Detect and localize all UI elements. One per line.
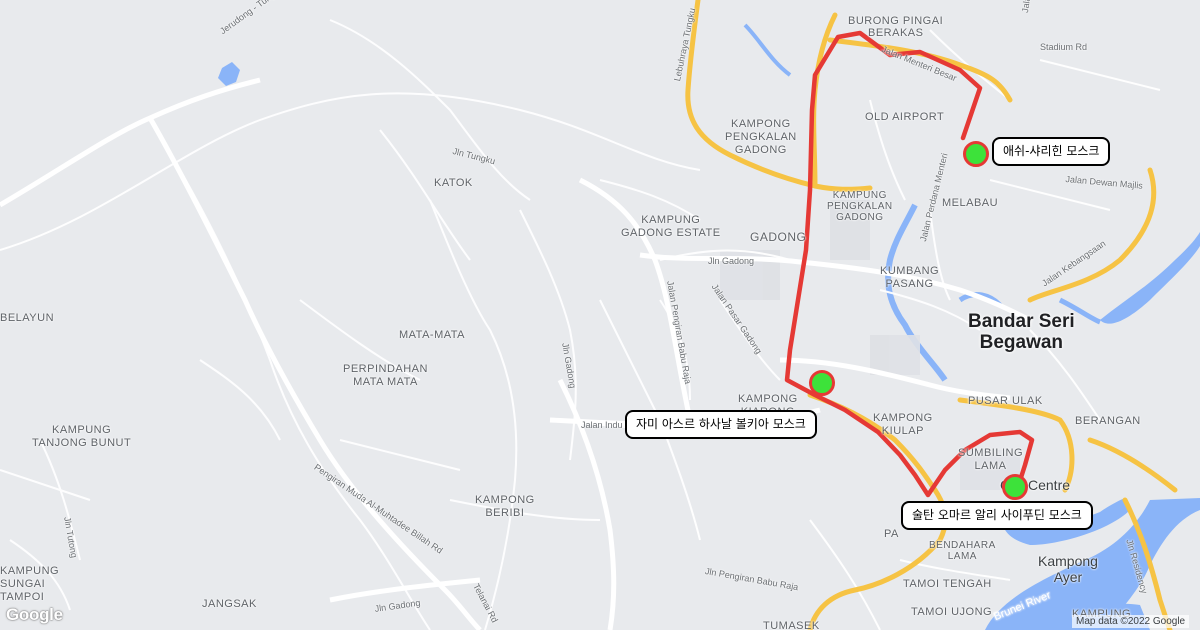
place-label: BERAKAS xyxy=(868,27,924,39)
place-label: TAMOI UJONG xyxy=(911,606,993,618)
place-label: MATA-MATA xyxy=(399,329,466,341)
road-label: Jalan Indu xyxy=(581,420,623,430)
marker-callout[interactable]: 애쉬-샤리힌 모스크 xyxy=(992,137,1111,166)
map-view[interactable]: BURONG PINGAI BERAKAS KAMPONG PENGKALAN … xyxy=(0,0,1200,630)
place-label: KAMPUNG GADONG ESTATE xyxy=(621,214,721,239)
mosque-marker[interactable] xyxy=(809,370,835,396)
place-label: MELABAU xyxy=(942,197,999,209)
marker-callout[interactable]: 자미 아스르 하사날 볼키아 모스크 xyxy=(625,410,817,439)
place-label: GADONG xyxy=(750,230,807,244)
place-label: BENDAHARA LAMA xyxy=(929,540,996,562)
place-label: KAMPONG BERIBI xyxy=(475,494,535,519)
place-label: JANGSAK xyxy=(202,598,257,610)
map-attribution: Map data ©2022 Google xyxy=(1072,615,1190,628)
city-label: Bandar Seri Begawan xyxy=(968,311,1075,353)
place-label: Kampong Ayer xyxy=(1038,553,1098,585)
place-label: OLD AIRPORT xyxy=(865,111,945,123)
road-label: Stadium Rd xyxy=(1040,42,1088,52)
google-logo: Google xyxy=(6,605,63,624)
place-label: SUMBILING LAMA xyxy=(958,447,1024,472)
place-label: PUSAR ULAK xyxy=(968,395,1043,407)
road-label: Jln Gadong xyxy=(708,256,755,266)
place-label: KAMPUNG SUNGAI TAMPOI xyxy=(0,565,60,603)
place-label: KATOK xyxy=(434,177,473,189)
place-label: BERANGAN xyxy=(1075,415,1141,427)
mosque-marker[interactable] xyxy=(963,141,989,167)
place-label: BELAYUN xyxy=(0,312,55,324)
place-label: KAMPUNG PENGKALAN GADONG xyxy=(827,190,893,223)
place-label: KAMPONG PENGKALAN GADONG xyxy=(725,118,797,156)
place-label: PERPINDAHAN MATA MATA xyxy=(343,363,428,388)
place-label: KAMPONG KIULAP xyxy=(873,412,933,437)
place-label: TAMOI TENGAH xyxy=(903,578,992,590)
marker-callout[interactable]: 술탄 오마르 알리 사이푸딘 모스크 xyxy=(901,501,1093,530)
place-label: KUMBANG PASANG xyxy=(880,265,940,290)
place-label: PA xyxy=(884,528,899,540)
mosque-marker[interactable] xyxy=(1002,474,1028,500)
place-label: KAMPUNG TANJONG BUNUT xyxy=(32,424,132,449)
place-label: TUMASEK xyxy=(763,620,820,630)
